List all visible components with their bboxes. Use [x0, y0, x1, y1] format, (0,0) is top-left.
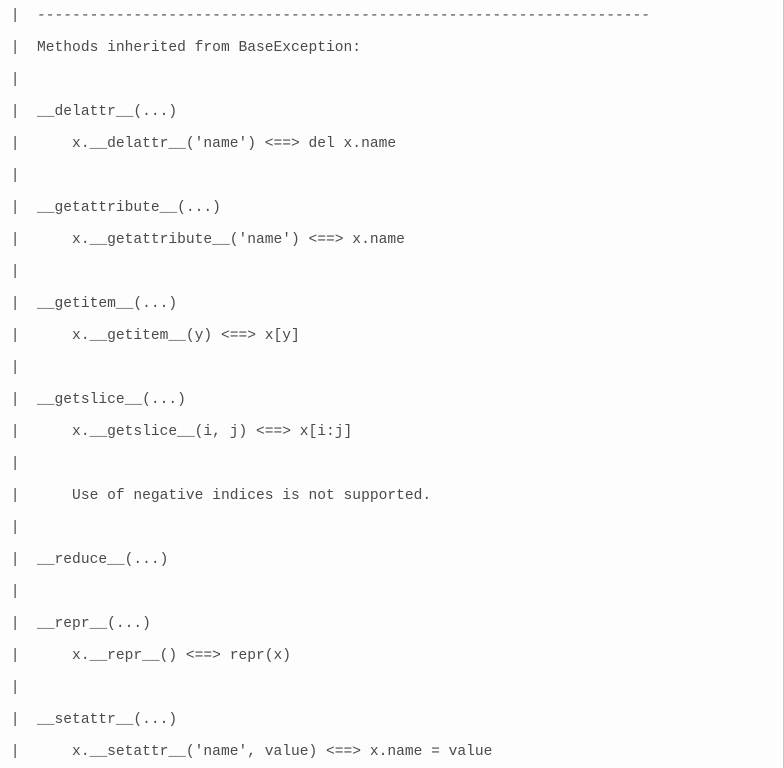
doc-line: |	[2, 352, 781, 384]
doc-line: | x.__getslice__(i, j) <==> x[i:j]	[2, 416, 781, 448]
doc-line: |	[2, 576, 781, 608]
doc-line: |	[2, 160, 781, 192]
doc-line: | __getslice__(...)	[2, 384, 781, 416]
doc-line: |	[2, 512, 781, 544]
doc-line: | __repr__(...)	[2, 608, 781, 640]
doc-line: | --------------------------------------…	[2, 0, 781, 32]
doc-line: | x.__repr__() <==> repr(x)	[2, 640, 781, 672]
doc-line: | __getitem__(...)	[2, 288, 781, 320]
doc-line: | __getattribute__(...)	[2, 192, 781, 224]
doc-line: | Use of negative indices is not support…	[2, 480, 781, 512]
doc-line: |	[2, 64, 781, 96]
doc-line: | __setattr__(...)	[2, 704, 781, 736]
doc-line: | __reduce__(...)	[2, 544, 781, 576]
doc-line: | Methods inherited from BaseException:	[2, 32, 781, 64]
doc-line: | __delattr__(...)	[2, 96, 781, 128]
doc-line: | x.__getitem__(y) <==> x[y]	[2, 320, 781, 352]
doc-line: | x.__delattr__('name') <==> del x.name	[2, 128, 781, 160]
doc-line: |	[2, 256, 781, 288]
doc-line: |	[2, 672, 781, 704]
doc-line: |	[2, 448, 781, 480]
doc-line: | x.__getattribute__('name') <==> x.name	[2, 224, 781, 256]
python-help-output: | --------------------------------------…	[0, 0, 784, 768]
doc-line: | x.__setattr__('name', value) <==> x.na…	[2, 736, 781, 768]
